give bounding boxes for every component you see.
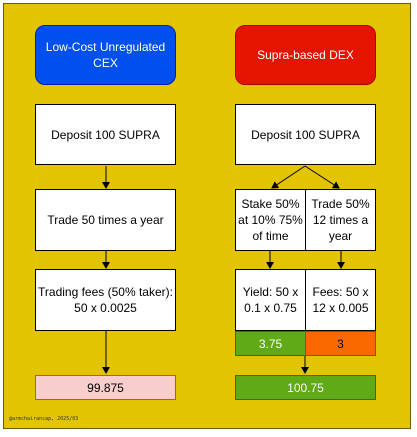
cex-trade-box: Trade 50 times a year [35,189,176,251]
cex-deposit-box: Deposit 100 SUPRA [35,104,176,165]
cex-header: Low-Cost Unregulated CEX [35,25,176,85]
footer-credit: @armchairancap, 2025/03 [9,416,79,422]
cex-result: 99.875 [35,375,176,400]
dex-fees-value: 3 [305,331,376,356]
dex-yield-box: Yield: 50 x 0.1 x 0.75 [235,269,306,331]
dex-yield-value: 3.75 [235,331,306,356]
arrow-dex-deposit-to-stake [271,165,306,189]
cex-fees-box: Trading fees (50% taker): 50 x 0.0025 [35,269,176,331]
dex-trade-box: Trade 50% 12 times a year [305,189,376,251]
dex-header: Supra-based DEX [235,25,376,85]
arrow-dex-deposit-to-trade [304,165,340,189]
dex-stake-box: Stake 50% at 10% 75% of time [235,189,306,251]
dex-fees-box: Fees: 50 x 12 x 0.005 [305,269,376,331]
dex-result: 100.75 [235,375,376,400]
dex-deposit-box: Deposit 100 SUPRA [235,104,376,165]
